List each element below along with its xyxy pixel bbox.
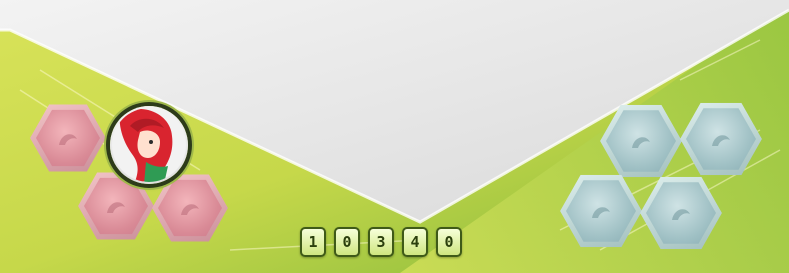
counter-digit: 0	[436, 227, 462, 257]
counter-digit: 0	[334, 227, 360, 257]
counter-digit: 1	[300, 227, 326, 257]
red-haired-character-icon	[112, 108, 186, 182]
empty-slot-icon	[59, 134, 77, 145]
empty-slot-icon	[181, 204, 199, 215]
counter-digit: 4	[402, 227, 428, 257]
empty-slot-icon	[632, 137, 650, 148]
score-counter: 1 0 3 4 0	[300, 227, 462, 257]
empty-slot-icon	[107, 202, 125, 213]
empty-slot-icon	[592, 207, 610, 218]
empty-slot-icon	[672, 209, 690, 220]
player-avatar[interactable]	[110, 106, 188, 184]
game-board: 1 0 3 4 0	[0, 0, 789, 273]
empty-slot-icon	[712, 135, 730, 146]
counter-digit: 3	[368, 227, 394, 257]
